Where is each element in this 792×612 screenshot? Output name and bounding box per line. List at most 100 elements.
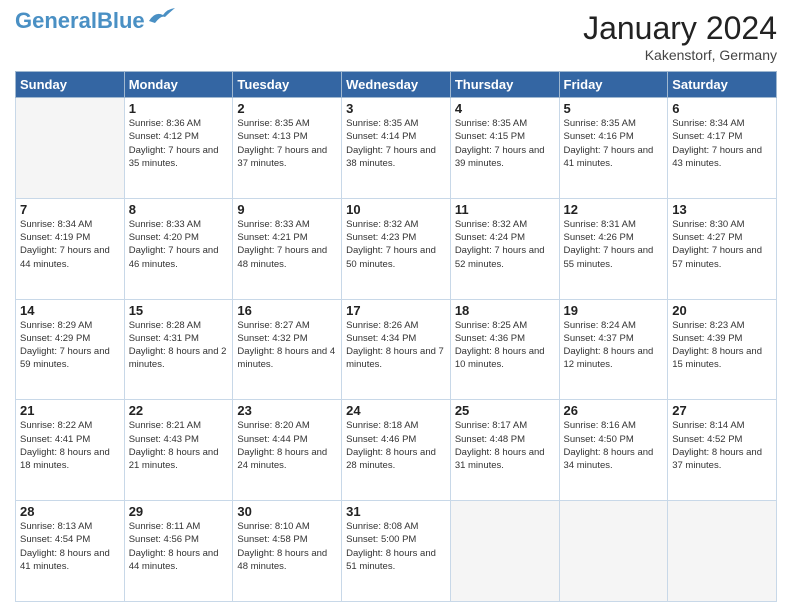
day-info: Sunrise: 8:21 AMSunset: 4:43 PMDaylight:… xyxy=(129,419,229,472)
calendar-day-cell: 9Sunrise: 8:33 AMSunset: 4:21 PMDaylight… xyxy=(233,198,342,299)
day-info: Sunrise: 8:08 AMSunset: 5:00 PMDaylight:… xyxy=(346,520,446,573)
day-number: 22 xyxy=(129,403,229,418)
calendar-header-row: Sunday Monday Tuesday Wednesday Thursday… xyxy=(16,72,777,98)
day-number: 8 xyxy=(129,202,229,217)
calendar-day-cell: 2Sunrise: 8:35 AMSunset: 4:13 PMDaylight… xyxy=(233,98,342,199)
day-info: Sunrise: 8:10 AMSunset: 4:58 PMDaylight:… xyxy=(237,520,337,573)
day-number: 12 xyxy=(564,202,664,217)
day-info: Sunrise: 8:32 AMSunset: 4:23 PMDaylight:… xyxy=(346,218,446,271)
day-info: Sunrise: 8:27 AMSunset: 4:32 PMDaylight:… xyxy=(237,319,337,372)
day-info: Sunrise: 8:35 AMSunset: 4:14 PMDaylight:… xyxy=(346,117,446,170)
day-info: Sunrise: 8:28 AMSunset: 4:31 PMDaylight:… xyxy=(129,319,229,372)
day-number: 1 xyxy=(129,101,229,116)
day-info: Sunrise: 8:35 AMSunset: 4:13 PMDaylight:… xyxy=(237,117,337,170)
day-info: Sunrise: 8:33 AMSunset: 4:21 PMDaylight:… xyxy=(237,218,337,271)
day-info: Sunrise: 8:18 AMSunset: 4:46 PMDaylight:… xyxy=(346,419,446,472)
calendar-day-cell: 26Sunrise: 8:16 AMSunset: 4:50 PMDayligh… xyxy=(559,400,668,501)
day-info: Sunrise: 8:22 AMSunset: 4:41 PMDaylight:… xyxy=(20,419,120,472)
calendar-week-row: 28Sunrise: 8:13 AMSunset: 4:54 PMDayligh… xyxy=(16,501,777,602)
day-info: Sunrise: 8:20 AMSunset: 4:44 PMDaylight:… xyxy=(237,419,337,472)
day-number: 14 xyxy=(20,303,120,318)
day-number: 13 xyxy=(672,202,772,217)
day-info: Sunrise: 8:16 AMSunset: 4:50 PMDaylight:… xyxy=(564,419,664,472)
calendar-day-cell: 14Sunrise: 8:29 AMSunset: 4:29 PMDayligh… xyxy=(16,299,125,400)
page-container: GeneralBlue January 2024 Kakenstorf, Ger… xyxy=(0,0,792,612)
calendar-day-cell: 23Sunrise: 8:20 AMSunset: 4:44 PMDayligh… xyxy=(233,400,342,501)
day-number: 23 xyxy=(237,403,337,418)
calendar-day-cell: 1Sunrise: 8:36 AMSunset: 4:12 PMDaylight… xyxy=(124,98,233,199)
day-number: 29 xyxy=(129,504,229,519)
calendar-day-cell: 11Sunrise: 8:32 AMSunset: 4:24 PMDayligh… xyxy=(450,198,559,299)
day-info: Sunrise: 8:34 AMSunset: 4:17 PMDaylight:… xyxy=(672,117,772,170)
calendar-day-cell: 17Sunrise: 8:26 AMSunset: 4:34 PMDayligh… xyxy=(342,299,451,400)
logo: GeneralBlue xyxy=(15,10,175,32)
calendar-day-cell: 19Sunrise: 8:24 AMSunset: 4:37 PMDayligh… xyxy=(559,299,668,400)
day-info: Sunrise: 8:25 AMSunset: 4:36 PMDaylight:… xyxy=(455,319,555,372)
logo-bird-icon xyxy=(147,7,175,27)
calendar-day-cell xyxy=(559,501,668,602)
calendar-day-cell: 13Sunrise: 8:30 AMSunset: 4:27 PMDayligh… xyxy=(668,198,777,299)
calendar-title: January 2024 xyxy=(583,10,777,47)
col-sunday: Sunday xyxy=(16,72,125,98)
header: GeneralBlue January 2024 Kakenstorf, Ger… xyxy=(15,10,777,63)
day-info: Sunrise: 8:14 AMSunset: 4:52 PMDaylight:… xyxy=(672,419,772,472)
col-monday: Monday xyxy=(124,72,233,98)
day-info: Sunrise: 8:32 AMSunset: 4:24 PMDaylight:… xyxy=(455,218,555,271)
calendar-day-cell: 22Sunrise: 8:21 AMSunset: 4:43 PMDayligh… xyxy=(124,400,233,501)
calendar-week-row: 21Sunrise: 8:22 AMSunset: 4:41 PMDayligh… xyxy=(16,400,777,501)
day-number: 30 xyxy=(237,504,337,519)
calendar-day-cell: 5Sunrise: 8:35 AMSunset: 4:16 PMDaylight… xyxy=(559,98,668,199)
calendar-day-cell: 30Sunrise: 8:10 AMSunset: 4:58 PMDayligh… xyxy=(233,501,342,602)
calendar-day-cell: 3Sunrise: 8:35 AMSunset: 4:14 PMDaylight… xyxy=(342,98,451,199)
day-info: Sunrise: 8:30 AMSunset: 4:27 PMDaylight:… xyxy=(672,218,772,271)
day-info: Sunrise: 8:23 AMSunset: 4:39 PMDaylight:… xyxy=(672,319,772,372)
day-number: 11 xyxy=(455,202,555,217)
calendar-day-cell: 21Sunrise: 8:22 AMSunset: 4:41 PMDayligh… xyxy=(16,400,125,501)
day-info: Sunrise: 8:11 AMSunset: 4:56 PMDaylight:… xyxy=(129,520,229,573)
calendar-day-cell: 16Sunrise: 8:27 AMSunset: 4:32 PMDayligh… xyxy=(233,299,342,400)
calendar-day-cell: 20Sunrise: 8:23 AMSunset: 4:39 PMDayligh… xyxy=(668,299,777,400)
day-number: 21 xyxy=(20,403,120,418)
calendar-day-cell: 4Sunrise: 8:35 AMSunset: 4:15 PMDaylight… xyxy=(450,98,559,199)
col-saturday: Saturday xyxy=(668,72,777,98)
day-info: Sunrise: 8:13 AMSunset: 4:54 PMDaylight:… xyxy=(20,520,120,573)
day-number: 3 xyxy=(346,101,446,116)
day-info: Sunrise: 8:26 AMSunset: 4:34 PMDaylight:… xyxy=(346,319,446,372)
day-number: 15 xyxy=(129,303,229,318)
calendar-day-cell: 12Sunrise: 8:31 AMSunset: 4:26 PMDayligh… xyxy=(559,198,668,299)
calendar-day-cell: 27Sunrise: 8:14 AMSunset: 4:52 PMDayligh… xyxy=(668,400,777,501)
day-number: 6 xyxy=(672,101,772,116)
calendar-week-row: 14Sunrise: 8:29 AMSunset: 4:29 PMDayligh… xyxy=(16,299,777,400)
calendar-day-cell: 24Sunrise: 8:18 AMSunset: 4:46 PMDayligh… xyxy=(342,400,451,501)
calendar-week-row: 1Sunrise: 8:36 AMSunset: 4:12 PMDaylight… xyxy=(16,98,777,199)
day-number: 20 xyxy=(672,303,772,318)
day-number: 7 xyxy=(20,202,120,217)
calendar-table: Sunday Monday Tuesday Wednesday Thursday… xyxy=(15,71,777,602)
calendar-subtitle: Kakenstorf, Germany xyxy=(583,47,777,63)
day-number: 27 xyxy=(672,403,772,418)
calendar-week-row: 7Sunrise: 8:34 AMSunset: 4:19 PMDaylight… xyxy=(16,198,777,299)
day-number: 2 xyxy=(237,101,337,116)
day-info: Sunrise: 8:33 AMSunset: 4:20 PMDaylight:… xyxy=(129,218,229,271)
calendar-day-cell: 18Sunrise: 8:25 AMSunset: 4:36 PMDayligh… xyxy=(450,299,559,400)
calendar-day-cell xyxy=(450,501,559,602)
logo-blue: Blue xyxy=(97,8,145,33)
day-number: 31 xyxy=(346,504,446,519)
day-number: 25 xyxy=(455,403,555,418)
calendar-day-cell: 28Sunrise: 8:13 AMSunset: 4:54 PMDayligh… xyxy=(16,501,125,602)
col-thursday: Thursday xyxy=(450,72,559,98)
calendar-day-cell: 7Sunrise: 8:34 AMSunset: 4:19 PMDaylight… xyxy=(16,198,125,299)
day-info: Sunrise: 8:24 AMSunset: 4:37 PMDaylight:… xyxy=(564,319,664,372)
title-block: January 2024 Kakenstorf, Germany xyxy=(583,10,777,63)
day-info: Sunrise: 8:35 AMSunset: 4:16 PMDaylight:… xyxy=(564,117,664,170)
day-number: 10 xyxy=(346,202,446,217)
day-info: Sunrise: 8:35 AMSunset: 4:15 PMDaylight:… xyxy=(455,117,555,170)
day-info: Sunrise: 8:29 AMSunset: 4:29 PMDaylight:… xyxy=(20,319,120,372)
logo-text: GeneralBlue xyxy=(15,10,145,32)
day-number: 26 xyxy=(564,403,664,418)
calendar-day-cell xyxy=(668,501,777,602)
calendar-day-cell: 29Sunrise: 8:11 AMSunset: 4:56 PMDayligh… xyxy=(124,501,233,602)
day-info: Sunrise: 8:34 AMSunset: 4:19 PMDaylight:… xyxy=(20,218,120,271)
day-number: 28 xyxy=(20,504,120,519)
day-number: 4 xyxy=(455,101,555,116)
